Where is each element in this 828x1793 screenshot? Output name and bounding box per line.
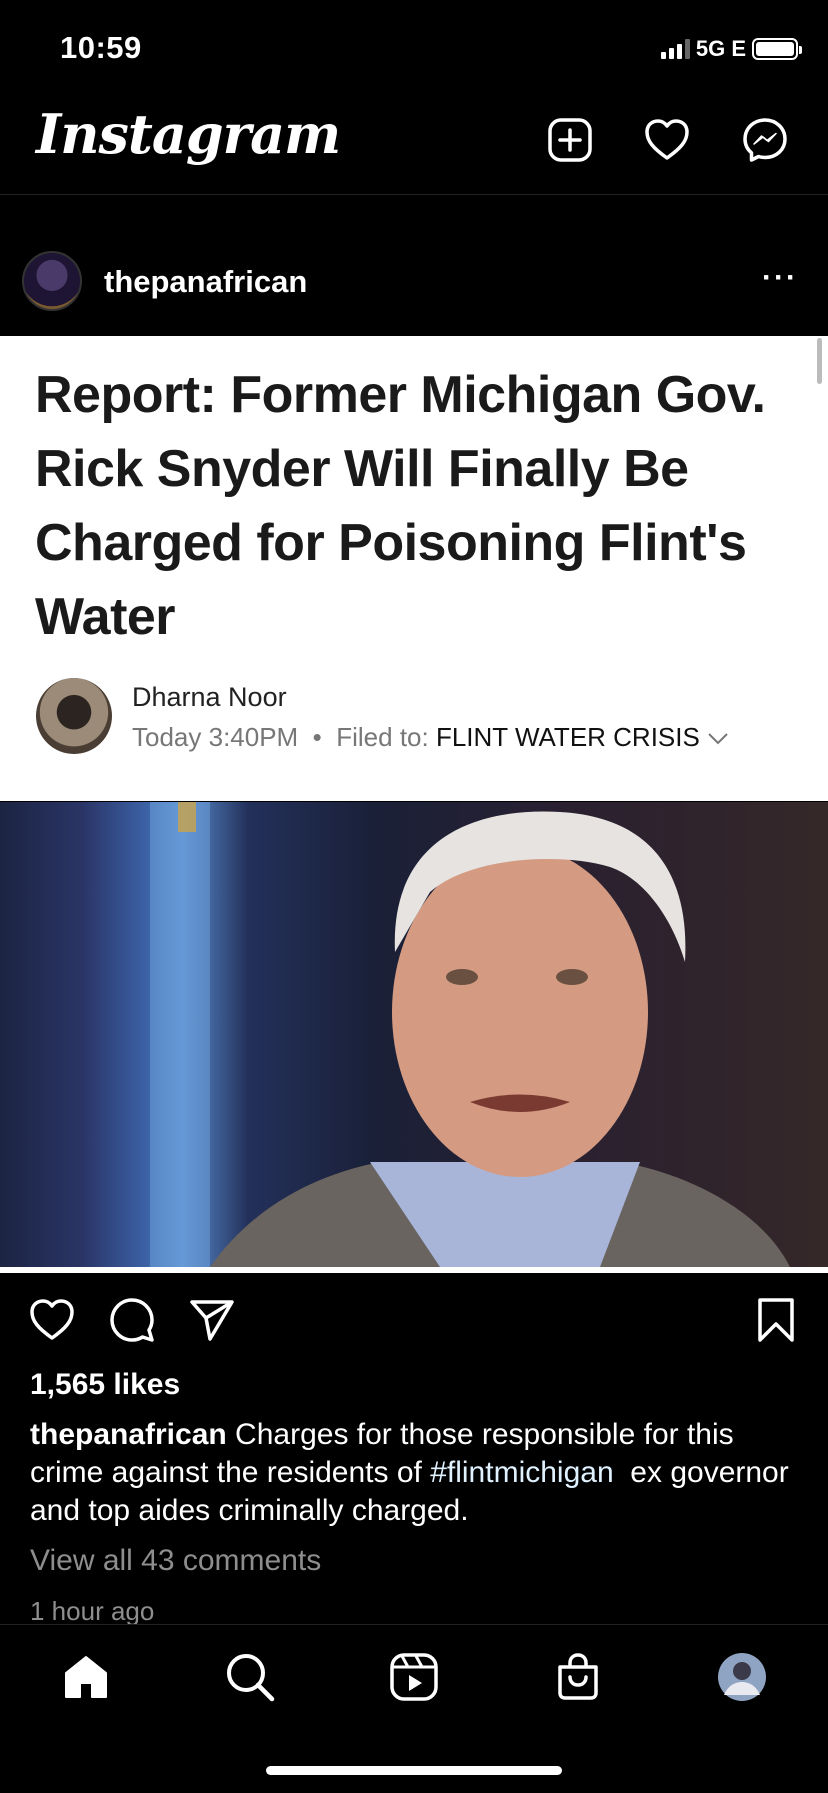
post-username[interactable]: thepanafrican: [104, 264, 307, 300]
comment-icon[interactable]: [108, 1296, 156, 1344]
shop-icon[interactable]: [552, 1651, 604, 1703]
instagram-logo[interactable]: Instagram: [36, 102, 341, 166]
new-post-icon[interactable]: [546, 116, 594, 164]
share-icon[interactable]: [188, 1296, 236, 1344]
view-comments-link[interactable]: View all 43 comments: [30, 1544, 321, 1578]
save-icon[interactable]: [752, 1296, 800, 1344]
profile-avatar[interactable]: [716, 1651, 768, 1703]
author-avatar[interactable]: [22, 251, 82, 311]
signal-icon: [660, 39, 690, 59]
post-caption: thepanafrican Charges for those responsi…: [30, 1416, 810, 1530]
filed-label: Filed to:: [336, 722, 429, 752]
article-author-photo: [36, 678, 112, 754]
battery-icon: [752, 38, 802, 60]
post-timestamp: 1 hour ago: [30, 1596, 155, 1626]
caption-hashtag[interactable]: #flintmichigan: [430, 1456, 613, 1489]
likes-count[interactable]: 1,565 likes: [30, 1368, 180, 1402]
caption-username[interactable]: thepanafrican: [30, 1418, 227, 1451]
meta-separator: •: [312, 722, 322, 752]
search-icon[interactable]: [224, 1651, 276, 1703]
more-options-icon[interactable]: ···: [762, 263, 798, 293]
image-bottom-strip: [0, 1267, 828, 1273]
article-meta: Today 3:40PM • Filed to: FLINT WATER CRI…: [132, 722, 729, 753]
chevron-down-icon: [708, 733, 728, 745]
messenger-icon[interactable]: [741, 116, 789, 164]
portrait-illustration: [150, 802, 790, 1267]
header-divider: [0, 194, 828, 195]
scroll-indicator: [817, 338, 822, 384]
article-author-name: Dharna Noor: [132, 682, 287, 712]
article-time: Today 3:40PM: [132, 722, 299, 752]
status-time: 10:59: [60, 30, 142, 65]
reels-icon[interactable]: [388, 1651, 440, 1703]
post-image-photo[interactable]: [0, 802, 828, 1267]
filed-tag: FLINT WATER CRISIS: [435, 722, 700, 752]
post-image-article[interactable]: Report: Former Michigan Gov. Rick Snyder…: [0, 336, 828, 801]
article-headline: Report: Former Michigan Gov. Rick Snyder…: [35, 366, 766, 646]
network-label: 5G E: [695, 36, 746, 61]
like-icon[interactable]: [28, 1296, 76, 1344]
home-icon[interactable]: [60, 1651, 112, 1703]
heart-icon[interactable]: [643, 116, 691, 164]
home-indicator: [266, 1766, 562, 1775]
status-indicators: 5G E: [660, 36, 802, 62]
